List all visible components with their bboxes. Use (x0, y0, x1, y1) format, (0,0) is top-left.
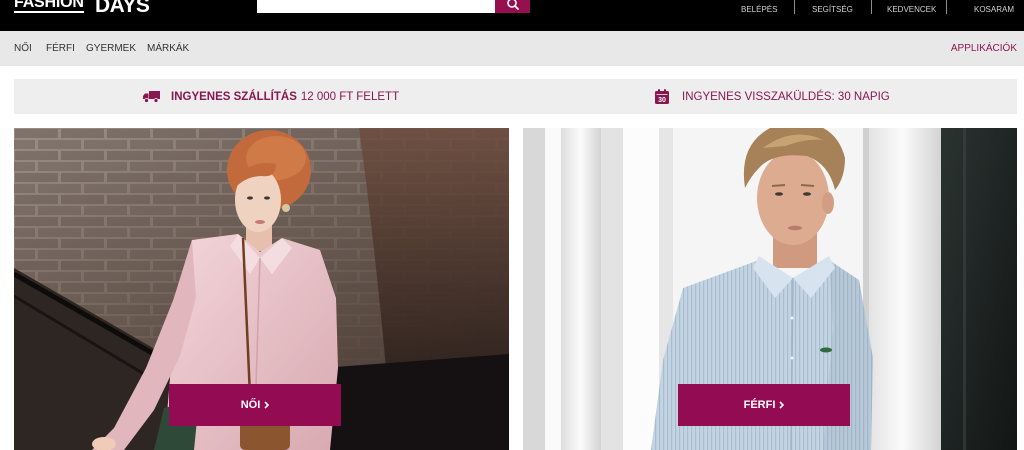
nav-item-kids[interactable]: GYERMEK (86, 31, 136, 66)
chevron-right-icon (264, 401, 270, 409)
truck-icon (143, 90, 160, 103)
benefits-bar: INGYENES SZÁLLÍTÁS 12 000 FT FELETT 30 I… (14, 79, 1017, 114)
women-button-label: NŐI (240, 399, 261, 411)
header-divider (946, 0, 947, 14)
men-category-button[interactable]: FÉRFI (678, 384, 850, 426)
header-divider (794, 0, 795, 14)
free-shipping-notice: INGYENES SZÁLLÍTÁS 12 000 FT FELETT (143, 79, 399, 114)
women-category-button[interactable]: NŐI (169, 384, 341, 426)
chevron-right-icon (779, 401, 785, 409)
free-returns-notice: 30 INGYENES VISSZAKÜLDÉS: 30 NAPIG (655, 79, 890, 114)
calendar-icon: 30 (655, 89, 669, 104)
search-input[interactable] (257, 0, 495, 13)
search-button[interactable] (495, 0, 530, 13)
nav-item-women[interactable]: NŐI (14, 31, 32, 66)
dark-doorway (941, 128, 1017, 450)
login-link[interactable]: BELÉPÉS (741, 6, 777, 14)
header-divider (871, 0, 872, 14)
free-returns-text: INGYENES VISSZAKÜLDÉS: 30 NAPIG (682, 90, 890, 103)
nav-item-men[interactable]: FÉRFI (46, 31, 75, 66)
calendar-day-number: 30 (658, 97, 666, 104)
nav-item-brands[interactable]: MÁRKÁK (147, 31, 189, 66)
help-link[interactable]: SEGÍTSÉG (812, 6, 853, 14)
women-category-banner[interactable]: NŐI (14, 128, 509, 450)
main-nav: NŐI FÉRFI GYERMEK MÁRKÁK APPLIKÁCIÓK (0, 31, 1024, 66)
free-shipping-threshold: 12 000 FT FELETT (300, 90, 400, 103)
top-header: FASHION DAYS BELÉPÉS SEGÍTSÉG KEDVENCEK … (0, 0, 1024, 31)
favorites-link[interactable]: KEDVENCEK (887, 6, 936, 14)
men-category-banner[interactable]: FÉRFI (523, 128, 1017, 450)
men-button-label: FÉRFI (743, 399, 776, 411)
logo-wordmark-fashion: FASHION (14, 0, 84, 13)
free-shipping-title: INGYENES SZÁLLÍTÁS (171, 90, 297, 103)
fashion-days-logo[interactable]: FASHION DAYS (0, 0, 160, 31)
cart-link[interactable]: KOSARAM (974, 6, 1014, 14)
shirt-logo (820, 347, 832, 353)
search-icon (507, 0, 519, 10)
apps-link[interactable]: APPLIKÁCIÓK (951, 31, 1017, 66)
logo-wordmark-days: DAYS (95, 0, 150, 17)
